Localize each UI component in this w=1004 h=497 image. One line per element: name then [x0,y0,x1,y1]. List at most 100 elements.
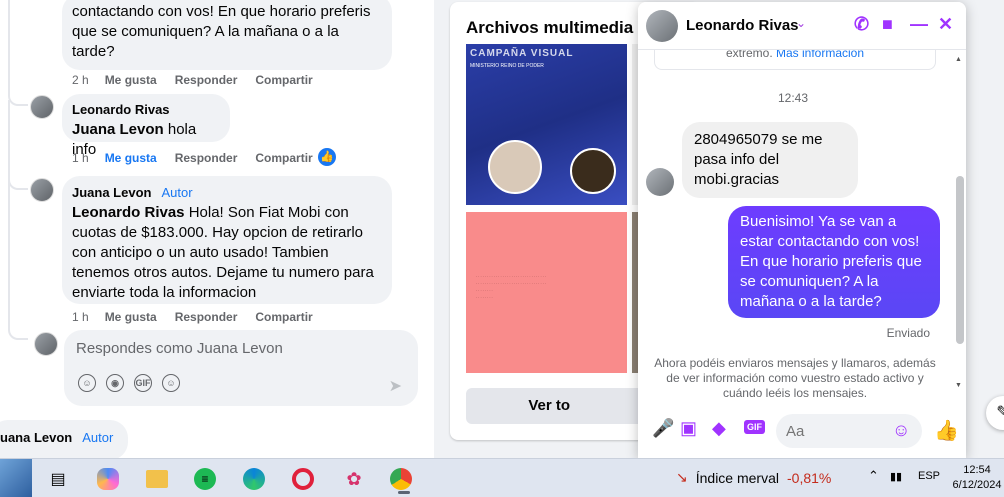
close-icon[interactable]: ✕ [938,14,953,35]
contact-avatar-small[interactable] [646,168,674,196]
file-explorer-icon[interactable] [146,470,168,488]
snipping-tool-icon[interactable]: ✿ [340,465,368,493]
info-note: Ahora podéis enviaros mensajes y llamaro… [654,356,936,398]
send-icon[interactable]: ➤ [389,376,402,396]
gif-icon[interactable]: GIF [744,420,765,434]
stock-widget[interactable]: ↘ Índice merval -0,81% [676,469,831,486]
emoji-icon[interactable]: ☺ [892,420,910,441]
scrollbar[interactable]: ▲ ▼ [954,56,964,392]
mention-link[interactable]: Juana Levon [72,121,164,138]
phone-icon[interactable]: ✆ [854,14,869,35]
share-link[interactable]: Compartir [255,310,312,324]
clock-time: 12:54 [963,464,991,476]
comment-bubble: Juana Levon Autor Leonardo Rivas Hola! So… [62,176,392,304]
video-icon[interactable]: ■ [882,14,893,35]
sticker-icon[interactable]: ◆ [712,418,726,439]
contact-avatar[interactable] [646,10,678,42]
system-note-text: extremo. [725,50,773,60]
share-link[interactable]: Compartir [255,73,312,87]
thumbnail-subtitle: MINISTERIO REINO DE PODER [470,63,544,69]
chat-header: Leonardo Rivas ⌄ ✆ ■ — ✕ [638,2,966,50]
share-link[interactable]: Compartir [255,151,312,165]
thumbnail-logo [570,148,616,194]
sent-status: Enviado [886,326,930,340]
thumbnail-title: CAMPAÑA VISUAL [470,48,574,59]
author-name[interactable]: uana Levon [0,430,72,445]
like-link[interactable]: Me gusta [105,310,157,324]
language-indicator[interactable]: ESP [918,470,940,482]
emoji-icon[interactable]: ☺ [78,374,96,392]
edge-icon[interactable] [243,468,265,490]
chat-composer: 🎤 ▣ ◆ GIF ☺ 👍 [638,406,966,458]
incoming-message[interactable]: 2804965079 se me pasa info del mobi.grac… [682,122,858,198]
gif-icon[interactable]: GIF [134,374,152,392]
copilot-icon[interactable] [97,468,119,490]
thumbnail-text: . . . . . . . . . . . . . . . . . . . . … [476,273,547,299]
mention-link[interactable]: Leonardo Rivas [72,204,185,221]
taskbar: ▤ ≡ ✿ ↘ Índice merval -0,81% ⌃ ▮▮ ESP 12… [0,458,1004,497]
comment-time: 1 h [72,310,89,324]
stock-label: Índice merval [695,469,779,486]
scroll-up-icon[interactable]: ▲ [955,56,962,63]
contact-name[interactable]: Leonardo Rivas [686,17,799,34]
clock-date: 6/12/2024 [952,479,1002,491]
outgoing-message[interactable]: Buenisimo! Ya se van a estar contactando… [728,206,940,318]
thread-line [8,0,28,106]
comment-actions: 1 h Me gusta Responder Compartir [72,151,331,165]
author-badge: Autor [161,185,193,200]
thread-line [8,100,28,190]
media-thumbnail[interactable]: . . . . . . . . . . . . . . . . . . . . … [466,212,627,373]
comment-author: Juana Levon Autor [72,183,382,203]
more-info-link[interactable]: Más información [776,50,864,60]
author-badge: Autor [82,430,114,445]
media-thumbnail[interactable]: CAMPAÑA VISUAL MINISTERIO REINO DE PODER [466,44,627,205]
opera-icon[interactable] [292,468,314,490]
scroll-down-icon[interactable]: ▼ [955,382,962,389]
minimize-icon[interactable]: — [910,14,928,35]
avatar[interactable] [30,178,54,202]
like-reaction-icon[interactable]: 👍 [318,148,336,166]
stock-change: -0,81% [787,469,832,486]
comment-bubble: Leonardo Rivas Juana Levon hola info [62,94,230,158]
chevron-down-icon[interactable]: ⌄ [796,16,806,30]
avatar[interactable] [34,332,58,356]
thumbs-up-icon[interactable]: 👍 [934,418,959,443]
reply-link[interactable]: Responder [175,310,238,324]
thread-line [8,180,28,340]
like-link[interactable]: Me gusta [105,151,157,165]
reply-link[interactable]: Responder [175,151,238,165]
composer-icons: ☺ ◉ GIF ☺ [78,374,180,392]
author-name[interactable]: Juana Levon [72,185,151,200]
reply-composer[interactable]: Respondes como Juana Levon ☺ ◉ GIF ☺ ➤ [64,330,418,406]
like-link[interactable]: Me gusta [105,73,157,87]
task-view-icon[interactable]: ▤ [44,465,72,493]
system-clock[interactable]: 12:54 6/12/2024 [952,463,1002,493]
avatar[interactable] [30,95,54,119]
comment-text: contactando con vos! En que horario pref… [72,3,371,60]
camera-icon[interactable]: ◉ [106,374,124,392]
system-note: extremo. Más información [654,50,936,70]
chat-window: Leonardo Rivas ⌄ ✆ ■ — ✕ extremo. Más in… [638,2,966,458]
comment-bubble-partial: contactando con vos! En que horario pref… [62,0,392,70]
sticker-icon[interactable]: ☺ [162,374,180,392]
comment-bubble-partial: uana Levon Autor [0,420,128,458]
battery-icon[interactable]: ▮▮ [890,470,902,483]
chat-messages: extremo. Más información 12:43 280496507… [638,50,966,398]
photo-icon[interactable]: ▣ [680,418,697,439]
comment-author[interactable]: Leonardo Rivas [72,100,220,120]
new-message-icon[interactable]: ✎ [986,396,1004,430]
reply-link[interactable]: Responder [175,73,238,87]
reply-input-placeholder[interactable]: Respondes como Juana Levon [76,340,283,357]
comment-time: 2 h [72,73,89,87]
comment-author: uana Levon Autor [0,428,118,448]
stock-chart-icon: ↘ [676,469,688,485]
scrollbar-thumb[interactable] [956,176,964,344]
comment-time: 1 h [72,151,89,165]
chrome-icon[interactable] [390,468,412,494]
desktop-thumbnail[interactable] [0,459,32,497]
spotify-icon[interactable]: ≡ [194,468,216,490]
microphone-icon[interactable]: 🎤 [652,418,674,439]
media-panel-title: Archivos multimedia re [466,18,655,37]
chevron-up-icon[interactable]: ⌃ [868,468,879,484]
comments-panel: contactando con vos! En que horario pref… [0,0,434,458]
